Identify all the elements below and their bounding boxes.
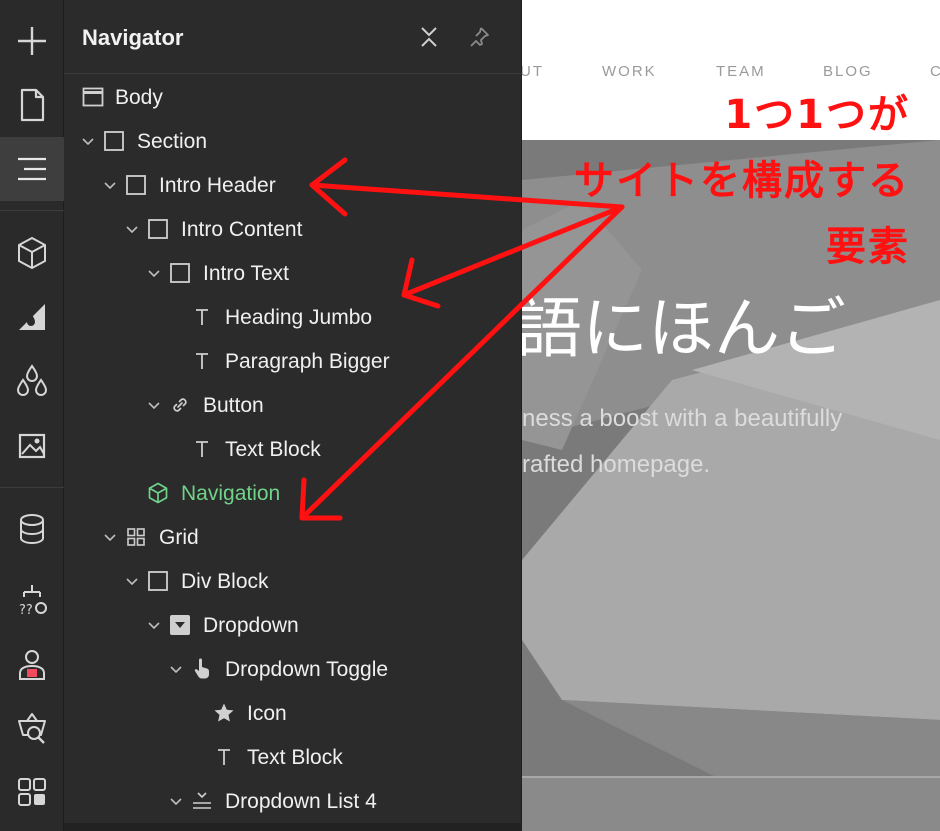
tree-item-label: Intro Content bbox=[181, 218, 303, 241]
tree-item-label: Intro Header bbox=[159, 174, 276, 197]
list-icon bbox=[190, 789, 214, 813]
chevron-down-icon[interactable] bbox=[102, 529, 118, 545]
tree-item-dropdown-toggle[interactable]: Dropdown Toggle bbox=[64, 647, 522, 691]
box-icon bbox=[102, 129, 126, 153]
left-toolbar: ?? bbox=[0, 0, 64, 831]
hero-paragraph-line: ness a boost with a beautifully bbox=[522, 405, 843, 432]
box-icon bbox=[146, 217, 170, 241]
tree-item-intro-text[interactable]: Intro Text bbox=[64, 251, 522, 295]
text-icon bbox=[190, 349, 214, 373]
body-icon bbox=[81, 85, 105, 109]
components-icon[interactable] bbox=[0, 221, 64, 285]
star-icon bbox=[212, 701, 236, 725]
assets-icon[interactable] bbox=[0, 413, 64, 477]
chevron-down-icon[interactable] bbox=[146, 265, 162, 281]
swatches-icon[interactable] bbox=[0, 349, 64, 413]
pages-icon[interactable] bbox=[0, 73, 64, 137]
box-icon bbox=[124, 173, 148, 197]
tree-item-label: Icon bbox=[247, 702, 287, 725]
tree-item-label: Dropdown bbox=[203, 614, 299, 637]
nav-link[interactable]: UT bbox=[522, 63, 544, 80]
tree-item-label: Body bbox=[115, 86, 163, 109]
nav-link[interactable]: BLOG bbox=[823, 63, 873, 80]
chevron-down-icon[interactable] bbox=[168, 793, 184, 809]
text-icon bbox=[190, 305, 214, 329]
tree-item-navigation[interactable]: Navigation bbox=[64, 471, 522, 515]
chevron-down-icon[interactable] bbox=[146, 617, 162, 633]
cms-icon[interactable] bbox=[0, 498, 64, 562]
text-icon bbox=[212, 745, 236, 769]
styles-icon[interactable] bbox=[0, 285, 64, 349]
tree-item-label: Grid bbox=[159, 526, 199, 549]
pin-icon[interactable] bbox=[466, 24, 492, 50]
box-icon bbox=[146, 569, 170, 593]
tree-item-body[interactable]: Body bbox=[64, 75, 522, 119]
tree-item-label: Text Block bbox=[247, 746, 343, 769]
link-icon bbox=[168, 393, 192, 417]
text-icon bbox=[190, 437, 214, 461]
tree-item-text-block[interactable]: Text Block bbox=[64, 735, 522, 779]
annotation-line: 1つ1つが bbox=[724, 92, 910, 138]
users-icon[interactable] bbox=[0, 632, 64, 696]
tree-item-text-block[interactable]: Text Block bbox=[64, 427, 522, 471]
tree-item-label: Section bbox=[137, 130, 208, 153]
tree-item-intro-header[interactable]: Intro Header bbox=[64, 163, 522, 207]
annotation-line: サイトを構成する bbox=[574, 158, 910, 204]
tree-item-label: Paragraph Bigger bbox=[225, 350, 390, 373]
navigator-footer bbox=[64, 823, 522, 831]
hero-heading: 語にほんご bbox=[522, 290, 846, 367]
annotation-line: 要素 bbox=[826, 224, 910, 270]
svg-text:??: ?? bbox=[19, 603, 33, 618]
tree-item-label: Intro Text bbox=[203, 262, 289, 285]
chevron-down-icon[interactable] bbox=[168, 661, 184, 677]
next-section bbox=[522, 776, 940, 831]
apps-icon[interactable] bbox=[0, 760, 64, 824]
tree-item-label: Dropdown Toggle bbox=[225, 658, 389, 681]
ecommerce-icon[interactable] bbox=[0, 696, 64, 760]
toolbar-divider bbox=[0, 487, 64, 488]
add-icon[interactable] bbox=[0, 9, 64, 73]
logic-icon[interactable]: ?? bbox=[0, 568, 64, 632]
navigator-icon[interactable] bbox=[0, 137, 64, 201]
chevron-down-icon[interactable] bbox=[80, 133, 96, 149]
tree-item-dropdown-list[interactable]: Dropdown List 4 bbox=[64, 779, 522, 823]
navigator-title: Navigator bbox=[82, 25, 184, 50]
annotation-callout: 1つ1つが サイトを構成する 要素 bbox=[574, 82, 910, 280]
tree-item-intro-content[interactable]: Intro Content bbox=[64, 207, 522, 251]
chevron-down-icon[interactable] bbox=[146, 397, 162, 413]
navigator-panel: Navigator Body Section Intro Header Intr… bbox=[64, 0, 522, 831]
tree-item-icon[interactable]: Icon bbox=[64, 691, 522, 735]
tree-item-label: Text Block bbox=[225, 438, 321, 461]
tree-item-label: Heading Jumbo bbox=[225, 306, 373, 329]
dropdown-icon bbox=[168, 613, 192, 637]
tree-item-div-block[interactable]: Div Block bbox=[64, 559, 522, 603]
chevron-down-icon[interactable] bbox=[102, 177, 118, 193]
tree-item-grid[interactable]: Grid bbox=[64, 515, 522, 559]
tree-item-dropdown[interactable]: Dropdown bbox=[64, 603, 522, 647]
grid-icon bbox=[124, 525, 148, 549]
tree-item-paragraph-bigger[interactable]: Paragraph Bigger bbox=[64, 339, 522, 383]
tree-item-label: Button bbox=[203, 394, 264, 417]
collapse-all-icon[interactable] bbox=[416, 24, 442, 50]
hero-paragraph-line: rafted homepage. bbox=[522, 451, 711, 478]
tree-item-label: Navigation bbox=[181, 482, 281, 505]
chevron-down-icon[interactable] bbox=[124, 221, 140, 237]
symbol-icon bbox=[146, 481, 170, 505]
chevron-down-icon[interactable] bbox=[124, 573, 140, 589]
tree-item-section[interactable]: Section bbox=[64, 119, 522, 163]
tree-item-label: Div Block bbox=[181, 570, 269, 593]
box-icon bbox=[168, 261, 192, 285]
tree-item-button[interactable]: Button bbox=[64, 383, 522, 427]
nav-link[interactable]: TEAM bbox=[716, 63, 766, 80]
tree-item-label: Dropdown List 4 bbox=[225, 790, 377, 813]
nav-link[interactable]: WORK bbox=[602, 63, 657, 80]
navigator-header: Navigator bbox=[64, 0, 522, 74]
toolbar-divider bbox=[0, 210, 64, 211]
nav-link[interactable]: C bbox=[930, 63, 940, 80]
pointer-icon bbox=[190, 657, 214, 681]
tree-item-heading-jumbo[interactable]: Heading Jumbo bbox=[64, 295, 522, 339]
